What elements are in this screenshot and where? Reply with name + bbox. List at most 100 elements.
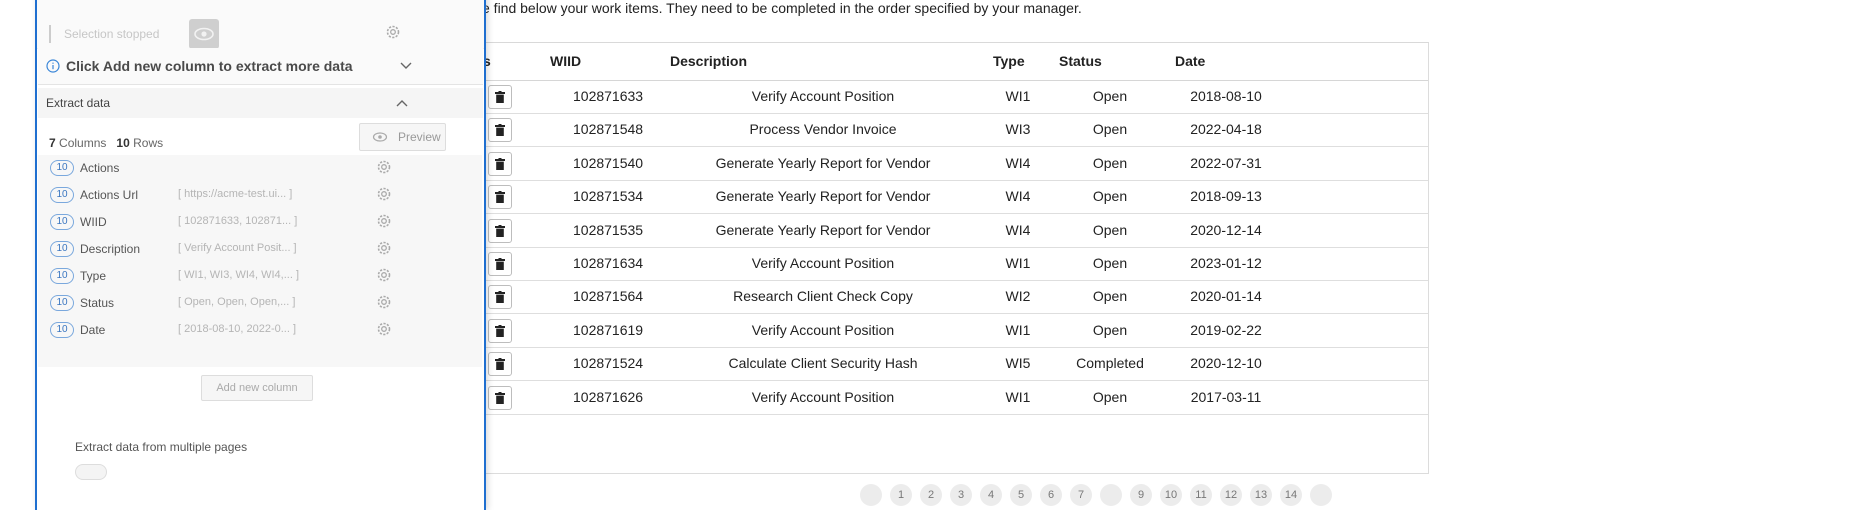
table-row: 102871540 Generate Yearly Report for Vend… — [483, 147, 1428, 181]
gear-icon[interactable] — [376, 267, 392, 283]
delete-button[interactable] — [488, 118, 512, 143]
extracted-column-item[interactable]: 10 Date [ 2018-08-10, 2022-0... ] — [38, 317, 482, 344]
page-button[interactable]: 5 — [1010, 484, 1032, 506]
extract-data-header[interactable]: Extract data — [38, 88, 483, 118]
cell-type: WI1 — [1005, 321, 1031, 338]
page-button[interactable] — [1100, 484, 1122, 506]
chevron-up-icon[interactable] — [396, 99, 408, 109]
gear-icon[interactable] — [376, 213, 392, 229]
add-new-column-button[interactable]: Add new column — [201, 375, 313, 401]
extracted-column-item[interactable]: 10 Actions Url [ https://acme-test.ui... ] — [38, 182, 482, 209]
cell-description: Research Client Check Copy — [733, 288, 913, 305]
cell-status: Completed — [1076, 355, 1144, 372]
gear-icon[interactable] — [376, 294, 392, 310]
column-name: Type — [80, 269, 107, 283]
cell-status: Open — [1092, 255, 1128, 271]
cell-wiid: 102871633 — [573, 88, 644, 104]
table-row: 102871564 Research Client Check Copy WI2 Op… — [483, 280, 1428, 315]
delete-button[interactable] — [488, 385, 512, 410]
gear-icon[interactable] — [376, 186, 392, 202]
delete-button[interactable] — [488, 252, 512, 276]
page-button[interactable] — [860, 484, 882, 506]
cell-wiid: 102871619 — [573, 321, 644, 338]
trash-icon — [495, 291, 505, 304]
extracted-column-item[interactable]: 10 Status [ Open, Open, Open,... ] — [38, 290, 482, 317]
cell-description: Process Vendor Invoice — [749, 121, 897, 138]
cell-type: WI4 — [1005, 188, 1031, 205]
page-button[interactable]: 6 — [1040, 484, 1062, 506]
trash-icon — [495, 124, 505, 137]
table-row: 102871535 Generate Yearly Report for Vend… — [483, 214, 1428, 248]
gear-icon[interactable] — [376, 321, 392, 337]
cell-date: 2022-07-31 — [1190, 154, 1262, 171]
extracted-column-item[interactable]: 10 Description [ Verify Account Posit... ] — [38, 236, 482, 263]
page-button[interactable]: 1 — [890, 484, 912, 506]
cell-status: Open — [1092, 154, 1128, 171]
extracted-column-item[interactable]: 10 Actions — [38, 155, 482, 182]
page-button[interactable]: 7 — [1070, 484, 1092, 506]
delete-button[interactable] — [488, 218, 512, 243]
row-count-badge: 10 — [50, 214, 74, 230]
info-banner[interactable]: Click Add new column to extract more dat… — [38, 48, 483, 85]
extracted-column-item[interactable]: 10 WIID [ 102871633, 102871... ] — [38, 209, 482, 236]
gear-icon[interactable] — [376, 159, 392, 175]
selection-bar: Selection stopped — [37, 0, 484, 66]
row-count-badge: 10 — [50, 268, 74, 284]
cell-wiid: 102871524 — [573, 355, 644, 372]
extracted-column-item[interactable]: 10 Type [ WI1, WI3, WI4, WI4,... ] — [38, 263, 482, 290]
page-button[interactable]: 2 — [920, 484, 942, 506]
cell-date: 2018-08-10 — [1190, 88, 1262, 104]
trash-icon — [495, 258, 505, 270]
cell-status: Open — [1092, 121, 1128, 138]
delete-button[interactable] — [488, 151, 512, 176]
page-button[interactable]: 3 — [950, 484, 972, 506]
gear-icon[interactable] — [385, 24, 401, 40]
header-description: Description — [670, 53, 748, 69]
table-row: 102871633 Verify Account Position WI1 Open 2… — [483, 80, 1428, 114]
column-preview: [ https://acme-test.ui... ] — [178, 188, 293, 200]
header-wiid: WIID — [550, 53, 582, 69]
extraction-counts: 7 Columns 10 Rows — [49, 136, 163, 150]
delete-button[interactable] — [488, 285, 512, 310]
trash-icon — [495, 391, 505, 404]
preview-button[interactable]: Preview — [359, 123, 446, 151]
extracted-columns-list: 10 Actions 10 Actions Url [ https://acme-tes… — [38, 155, 482, 367]
cell-type: WI5 — [1005, 355, 1031, 372]
rows-label: Rows — [133, 136, 164, 150]
delete-button[interactable] — [488, 85, 512, 109]
trash-icon — [495, 324, 505, 337]
table-row: 102871548 Process Vendor Invoice WI3 Open 20… — [483, 113, 1428, 148]
row-count-badge: 10 — [50, 187, 74, 203]
gear-icon[interactable] — [376, 240, 392, 256]
cell-description: Verify Account Position — [751, 388, 895, 405]
cell-description: Generate Yearly Report for Vendor — [715, 188, 931, 205]
cell-type: WI1 — [1005, 388, 1031, 405]
page-button[interactable]: 12 — [1220, 484, 1242, 506]
page-button[interactable]: 4 — [980, 484, 1002, 506]
delete-button[interactable] — [488, 185, 512, 210]
table-row: 102871626 Verify Account Position WI1 Open 2… — [483, 381, 1428, 415]
drag-handle-icon[interactable] — [49, 25, 55, 66]
cell-description: Verify Account Position — [751, 88, 895, 104]
eye-toggle-button[interactable] — [189, 19, 219, 49]
table-extraction-panel: Selection stopped Click Add new column t… — [35, 0, 486, 510]
column-preview: [ Verify Account Posit... ] — [178, 242, 297, 254]
cell-status: Open — [1092, 188, 1128, 205]
cell-wiid: 102871540 — [573, 154, 644, 171]
delete-button[interactable] — [488, 318, 512, 343]
page-button[interactable]: 13 — [1250, 484, 1272, 506]
chevron-down-icon[interactable] — [400, 61, 412, 71]
page-button[interactable]: 10 — [1160, 484, 1182, 506]
column-preview: [ Open, Open, Open,... ] — [178, 296, 296, 308]
cell-type: WI4 — [1005, 221, 1031, 238]
eye-icon — [372, 132, 388, 142]
page-button[interactable]: 9 — [1130, 484, 1152, 506]
page-button[interactable]: 11 — [1190, 484, 1212, 506]
multi-page-toggle[interactable] — [75, 464, 107, 480]
cell-wiid: 102871548 — [573, 121, 644, 138]
cell-wiid: 102871626 — [573, 388, 644, 405]
extract-data-title: Extract data — [46, 96, 111, 110]
page-button[interactable]: 14 — [1280, 484, 1302, 506]
page-button[interactable] — [1310, 484, 1332, 506]
delete-button[interactable] — [488, 352, 512, 377]
